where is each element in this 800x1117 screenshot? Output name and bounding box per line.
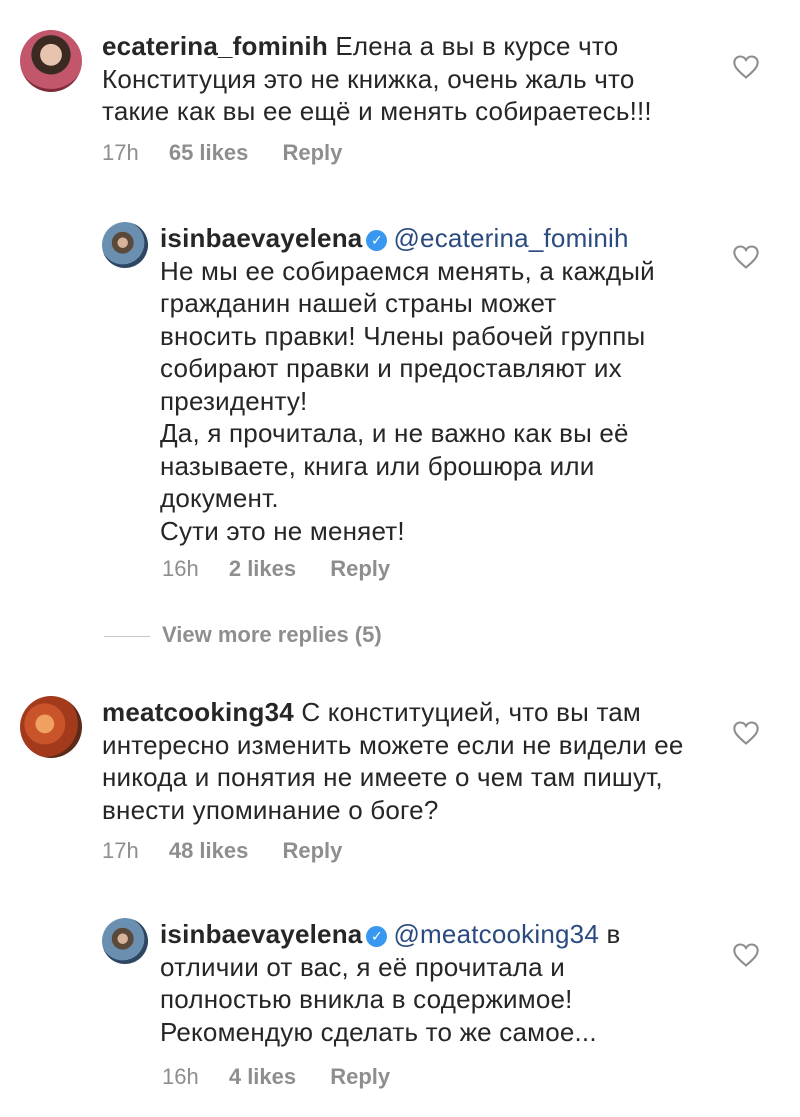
likes-count[interactable]: 4 likes <box>229 1064 296 1089</box>
avatar[interactable] <box>20 696 82 758</box>
verified-badge-icon: ✓ <box>366 926 388 947</box>
reply-line: вносить правки! Члены рабочей группы <box>160 320 646 351</box>
reply-line: документ. <box>160 483 279 513</box>
reply-body-start: в <box>606 919 621 949</box>
reply-line: называете, книга или брошюра или <box>160 450 595 481</box>
avatar[interactable] <box>102 918 148 964</box>
view-more-label[interactable]: View more replies (5) <box>162 622 382 648</box>
reply-button[interactable]: Reply <box>282 140 342 165</box>
reply-line: президенту! <box>160 385 308 416</box>
reply-line: отличии от вас, я её прочитала и <box>160 951 565 982</box>
likes-count[interactable]: 48 likes <box>169 838 249 863</box>
heart-outline-icon[interactable] <box>732 720 760 746</box>
view-more-replies-button[interactable]: View more replies (5) <box>100 622 382 648</box>
heart-outline-icon[interactable] <box>732 54 760 80</box>
reply-button[interactable]: Reply <box>330 1064 390 1089</box>
verified-badge-icon: ✓ <box>366 230 388 251</box>
reply-line: полностью вникла в содержимое! <box>160 984 573 1014</box>
mention-link[interactable]: @ecaterina_fominih <box>393 223 628 253</box>
comment-meta: 17h 48 likes Reply <box>102 838 370 864</box>
comment-meta: 17h 65 likes Reply <box>102 140 370 166</box>
timestamp: 16h <box>162 1064 199 1089</box>
reply-line: Рекомендую сделать то же самое... <box>160 1016 597 1047</box>
heart-outline-icon[interactable] <box>732 244 760 270</box>
reply-text: isinbaevayelena ✓ @ecaterina_fominih Не мы… <box>160 222 720 547</box>
reply-text: isinbaevayelena ✓ @meatcooking34 в отличии… <box>160 918 720 1048</box>
reply-button[interactable]: Reply <box>330 556 390 581</box>
timestamp: 16h <box>162 556 199 581</box>
heart-outline-icon[interactable] <box>732 942 760 968</box>
mention-link[interactable]: @meatcooking34 <box>393 919 599 949</box>
reply-line: собирают правки и предоставляют их <box>160 353 622 383</box>
likes-count[interactable]: 65 likes <box>169 140 249 165</box>
reply-line: гражданин нашей страны может <box>160 288 557 318</box>
comment-text: ecaterina_fominih Елена а вы в курсе что… <box>102 30 702 128</box>
comment-text: meatcooking34 С конституцией, что вы там… <box>102 696 702 826</box>
likes-count[interactable]: 2 likes <box>229 556 296 581</box>
reply-meta: 16h 2 likes Reply <box>162 556 418 582</box>
divider <box>104 635 150 637</box>
reply-line: Сути это не меняет! <box>160 515 405 546</box>
reply-line: Да, я прочитала, и не важно как вы её <box>160 418 629 448</box>
reply-line: Не мы ее собираемся менять, а каждый <box>160 255 655 286</box>
username[interactable]: ecaterina_fominih <box>102 31 328 61</box>
reply-meta: 16h 4 likes Reply <box>162 1064 418 1090</box>
reply-button[interactable]: Reply <box>282 838 342 863</box>
avatar[interactable] <box>102 222 148 268</box>
username[interactable]: meatcooking34 <box>102 697 294 727</box>
avatar[interactable] <box>20 30 82 92</box>
timestamp: 17h <box>102 140 139 165</box>
username[interactable]: isinbaevayelena <box>160 223 362 253</box>
username[interactable]: isinbaevayelena <box>160 919 362 949</box>
timestamp: 17h <box>102 838 139 863</box>
